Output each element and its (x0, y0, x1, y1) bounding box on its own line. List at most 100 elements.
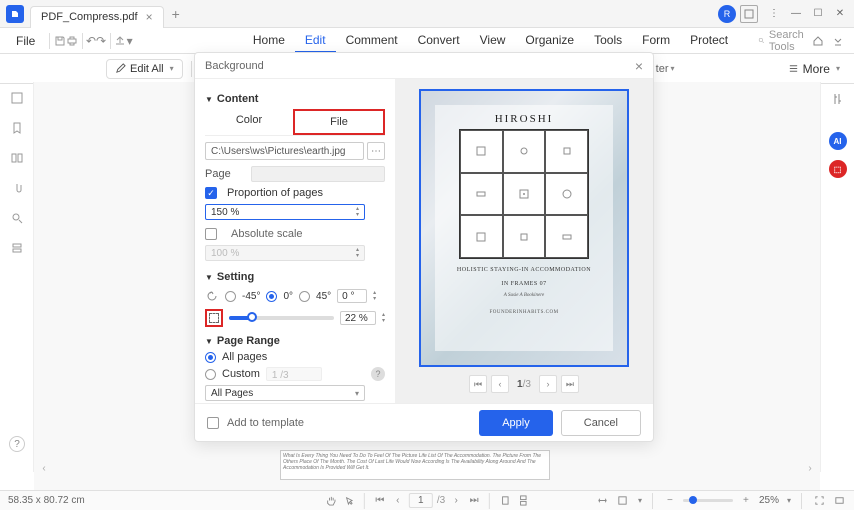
menu-home[interactable]: Home (243, 29, 295, 53)
menu-tools[interactable]: Tools (584, 29, 632, 53)
right-sidebar: AI ⬚ (820, 82, 854, 472)
angle-neg45-radio[interactable] (225, 291, 236, 302)
pages-select[interactable]: All Pages ▾ (205, 385, 365, 401)
dropdown-icon[interactable]: ▾ (126, 30, 133, 52)
floorplan-image (459, 129, 589, 259)
page-number-input[interactable]: 1 (409, 493, 433, 508)
scroll-left-icon[interactable]: ‹ (36, 460, 52, 476)
angle-value-input[interactable]: 0 ° (337, 289, 367, 303)
page-label: Page (205, 168, 245, 180)
document-content: What Is Every Thing You Need To Do To Fe… (280, 450, 550, 480)
menu-protect[interactable]: Protect (680, 29, 738, 53)
print-icon[interactable] (66, 30, 78, 52)
minimize-button[interactable]: — (786, 4, 806, 24)
search-panel-icon[interactable] (9, 210, 25, 226)
attachment-icon[interactable] (9, 180, 25, 196)
single-page-icon[interactable] (498, 494, 512, 508)
search-tools-input[interactable]: Search Tools (758, 29, 808, 53)
select-tool-icon[interactable] (342, 494, 356, 508)
next-icon[interactable]: › (449, 494, 463, 508)
tab-color[interactable]: Color (205, 109, 293, 135)
zoom-slider[interactable] (683, 499, 733, 502)
dialog-close-icon[interactable]: × (635, 58, 643, 74)
stack-icon[interactable] (9, 240, 25, 256)
collapse-icon[interactable] (832, 32, 844, 50)
hand-tool-icon[interactable] (324, 494, 338, 508)
opacity-toggle-icon[interactable] (205, 309, 223, 327)
menu-comment[interactable]: Comment (336, 29, 408, 53)
angle-0-radio[interactable] (266, 291, 277, 302)
adjust-icon[interactable] (829, 90, 847, 108)
next-page-icon[interactable]: › (539, 375, 557, 393)
cancel-button[interactable]: Cancel (561, 410, 641, 436)
apply-button[interactable]: Apply (479, 410, 553, 436)
allpages-radio[interactable] (205, 352, 216, 363)
tab-filename: PDF_Compress.pdf (41, 11, 138, 23)
redo-icon[interactable]: ↷ (96, 30, 106, 52)
scroll-right-icon[interactable]: › (802, 460, 818, 476)
kebab-icon[interactable]: ⋮ (764, 4, 784, 24)
content-section-header[interactable]: ▼Content (205, 93, 385, 105)
fit-width-icon[interactable] (596, 494, 610, 508)
thumbnails-icon[interactable] (9, 90, 25, 106)
preview-author: A Susie A Bookinere (504, 293, 545, 298)
opacity-slider[interactable] (229, 316, 334, 320)
last-icon[interactable]: ⏭ (467, 494, 481, 508)
preview-panel: HIROSHI HOLISTIC STAYING-IN ACCOMMODATIO… (395, 79, 653, 403)
file-path-input[interactable]: C:\Users\ws\Pictures\earth.jpg (205, 142, 364, 160)
fit-page-icon[interactable] (616, 494, 630, 508)
opacity-value-input[interactable]: 22 % (340, 311, 376, 325)
zoom-value: 25% (759, 495, 779, 506)
menu-convert[interactable]: Convert (408, 29, 470, 53)
absolute-checkbox[interactable] (205, 228, 217, 240)
pagerange-section-header[interactable]: ▼Page Range (205, 335, 385, 347)
search-icon (758, 35, 765, 46)
close-window-button[interactable]: ✕ (830, 4, 850, 24)
more-button[interactable]: More ▾ (780, 59, 848, 79)
first-page-icon[interactable]: ⏮ (469, 375, 487, 393)
zoom-in-icon[interactable]: + (739, 494, 753, 508)
page-field[interactable] (251, 166, 385, 182)
new-tab-button[interactable]: + (164, 6, 188, 22)
menu-view[interactable]: View (470, 29, 516, 53)
app-badge-icon[interactable]: ⬚ (829, 160, 847, 178)
range-help-icon[interactable]: ? (371, 367, 385, 381)
setting-section-header[interactable]: ▼Setting (205, 271, 385, 283)
document-tab[interactable]: PDF_Compress.pdf × (30, 6, 164, 28)
menu-form[interactable]: Form (632, 29, 680, 53)
read-mode-icon[interactable] (832, 494, 846, 508)
prev-page-icon[interactable]: ‹ (491, 375, 509, 393)
home-icon[interactable] (812, 32, 824, 50)
fullscreen-icon[interactable] (812, 494, 826, 508)
custom-range-input[interactable]: 1 /3 (266, 367, 322, 381)
help-icon[interactable]: ? (9, 436, 25, 452)
ai-badge-icon[interactable]: AI (829, 132, 847, 150)
proportion-checkbox[interactable]: ✓ (205, 187, 217, 199)
menu-edit[interactable]: Edit (295, 29, 336, 53)
angle-45-radio[interactable] (299, 291, 310, 302)
tab-file[interactable]: File (293, 109, 385, 135)
continuous-icon[interactable] (516, 494, 530, 508)
undo-icon[interactable]: ↶ (86, 30, 96, 52)
bookmarks-icon[interactable] (9, 120, 25, 136)
user-avatar[interactable]: R (718, 5, 736, 23)
share-icon[interactable] (114, 30, 126, 52)
prev-icon[interactable]: ‹ (391, 494, 405, 508)
menu-organize[interactable]: Organize (515, 29, 584, 53)
split-icon[interactable] (9, 150, 25, 166)
save-icon[interactable] (54, 30, 66, 52)
page-dimensions: 58.35 x 80.72 cm (8, 495, 85, 506)
close-tab-icon[interactable]: × (146, 10, 153, 24)
edit-all-button[interactable]: Edit All ▾ (106, 59, 183, 79)
file-menu[interactable]: File (6, 31, 45, 51)
custom-radio[interactable] (205, 369, 216, 380)
first-icon[interactable]: ⏮ (373, 494, 387, 508)
preview-subtitle2: IN FRAMES 07 (501, 281, 546, 287)
last-page-icon[interactable]: ⏭ (561, 375, 579, 393)
proportion-input[interactable]: 150 % ▴▾ (205, 204, 365, 220)
box-icon[interactable] (740, 5, 758, 23)
add-template-checkbox[interactable] (207, 417, 219, 429)
zoom-out-icon[interactable]: − (663, 494, 677, 508)
browse-button[interactable]: ⋯ (367, 142, 385, 160)
maximize-button[interactable]: ☐ (808, 4, 828, 24)
